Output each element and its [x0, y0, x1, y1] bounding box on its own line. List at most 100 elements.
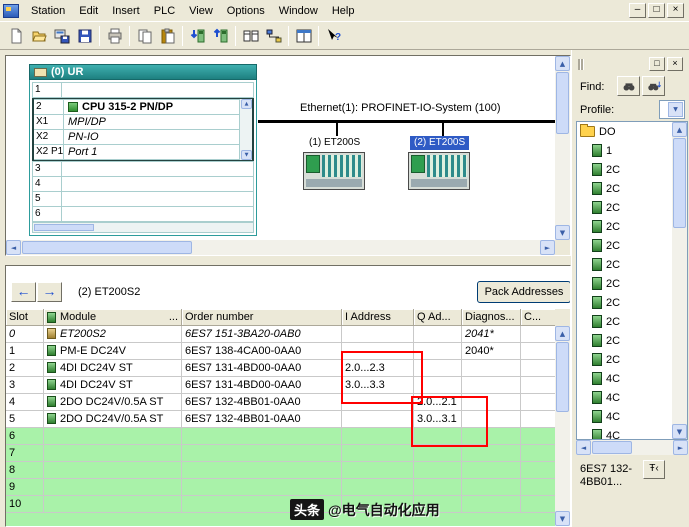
catalog-vertical-scrollbar[interactable]: ▲ ▼	[672, 122, 687, 439]
menu-options[interactable]: Options	[220, 2, 272, 20]
scroll-thumb[interactable]	[673, 138, 686, 228]
catalog-close-button[interactable]: ×	[667, 57, 683, 71]
col-q-address[interactable]: Q Ad...	[414, 309, 462, 326]
station-vertical-scrollbar[interactable]: ▲ ▼	[555, 56, 570, 240]
tree-item[interactable]: 2C	[577, 255, 672, 274]
pane-splitter[interactable]	[5, 256, 571, 265]
tree-item[interactable]: 4C	[577, 407, 672, 426]
rack-row-x2p1[interactable]: X2 P1 Port 1	[34, 144, 239, 160]
col-comment[interactable]: C...	[521, 309, 557, 326]
table-row-6[interactable]: 6	[6, 428, 557, 445]
scroll-up-icon[interactable]: ▲	[555, 326, 570, 341]
rack-row-4[interactable]: 4	[32, 176, 254, 192]
rack-title-bar[interactable]: (0) UR	[29, 64, 257, 80]
tree-item[interactable]: 2C	[577, 217, 672, 236]
scroll-thumb[interactable]	[34, 224, 94, 231]
tree-item[interactable]: 2C	[577, 179, 672, 198]
scroll-up-icon[interactable]: ▲	[672, 122, 687, 137]
scroll-down-icon[interactable]: ▼	[555, 511, 570, 526]
col-diagnostics[interactable]: Diagnos...	[462, 309, 521, 326]
catalog-restore-button[interactable]: □	[649, 57, 665, 71]
docking-grip[interactable]	[578, 59, 580, 70]
scroll-down-icon[interactable]: ▼	[672, 424, 687, 439]
help-button[interactable]: ?	[322, 25, 345, 47]
station-horizontal-scrollbar[interactable]: ◄ ►	[6, 240, 555, 255]
forward-button[interactable]: →	[37, 282, 62, 302]
scroll-left-icon[interactable]: ◄	[576, 440, 591, 455]
rack-row-cpu[interactable]: 2 CPU 315-2 PN/DP	[34, 99, 239, 115]
menu-insert[interactable]: Insert	[105, 2, 147, 20]
copy-button[interactable]	[133, 25, 156, 47]
scroll-up-icon[interactable]: ▲	[241, 99, 252, 109]
rack-row-x1[interactable]: X1 MPI/DP	[34, 114, 239, 130]
menu-station[interactable]: Station	[24, 2, 72, 20]
menu-help[interactable]: Help	[325, 2, 362, 20]
scroll-left-icon[interactable]: ◄	[6, 240, 21, 255]
tree-item[interactable]: 4C	[577, 388, 672, 407]
device-2-label[interactable]: (2) ET200S	[410, 136, 470, 150]
device-1-label[interactable]: (1) ET200S	[305, 136, 365, 150]
minimize-button[interactable]: –	[629, 3, 646, 18]
tree-item[interactable]: 2C	[577, 236, 672, 255]
tree-item[interactable]: 2C	[577, 350, 672, 369]
scroll-down-icon[interactable]: ▼	[555, 225, 570, 240]
rack-row-1[interactable]: 1	[32, 82, 254, 98]
scroll-thumb[interactable]	[592, 441, 632, 454]
scroll-up-icon[interactable]: ▲	[555, 56, 570, 71]
print-button[interactable]	[103, 25, 126, 47]
tree-item[interactable]: 4C	[577, 369, 672, 388]
table-row-2[interactable]: 2 4DI DC24V ST 6ES7 131-4BD00-0AA0 2.0..…	[6, 360, 557, 377]
download-to-module-button[interactable]	[186, 25, 209, 47]
paste-button[interactable]	[156, 25, 179, 47]
upload-from-module-button[interactable]	[209, 25, 232, 47]
scroll-right-icon[interactable]: ►	[673, 440, 688, 455]
device-2-icon[interactable]	[408, 152, 470, 190]
table-row-4[interactable]: 4 2DO DC24V/0.5A ST 6ES7 132-4BB01-0AA0 …	[6, 394, 557, 411]
close-button[interactable]: ×	[667, 3, 684, 18]
open-station-button[interactable]	[27, 25, 50, 47]
rack-scrollbar[interactable]: ▲ ▼	[239, 99, 252, 160]
rack-row-5[interactable]: 5	[32, 191, 254, 207]
col-i-address[interactable]: I Address	[342, 309, 414, 326]
rack-window[interactable]: (0) UR 1 2 CPU 315-2 PN/DP X1 MPI/DP X2 …	[29, 64, 257, 236]
rack-row-x2[interactable]: X2 PN-IO	[34, 129, 239, 145]
menu-edit[interactable]: Edit	[72, 2, 105, 20]
tree-item[interactable]: 2C	[577, 312, 672, 331]
tree-item[interactable]: 2C	[577, 331, 672, 350]
catalog-info-toggle-button[interactable]: Ŧ‹	[643, 460, 665, 479]
rack-row-6[interactable]: 6	[32, 206, 254, 222]
device-1-icon[interactable]	[303, 152, 365, 190]
col-module[interactable]: Module...	[44, 309, 182, 326]
scroll-thumb[interactable]	[22, 241, 192, 254]
table-row-1[interactable]: 1 PM-E DC24V 6ES7 138-4CA00-0AA0 2040*	[6, 343, 557, 360]
table-row-5[interactable]: 5 2DO DC24V/0.5A ST 6ES7 132-4BB01-0AA0 …	[6, 411, 557, 428]
find-next-button[interactable]	[642, 76, 665, 96]
tree-item[interactable]: 4C	[577, 426, 672, 439]
io-vertical-scrollbar[interactable]: ▲ ▼	[555, 326, 570, 526]
menu-view[interactable]: View	[182, 2, 220, 20]
chevron-down-icon[interactable]: ▼	[668, 102, 683, 117]
save-and-compile-button[interactable]	[50, 25, 73, 47]
profinet-bus-line[interactable]	[258, 120, 555, 123]
tree-item[interactable]: 1	[577, 141, 672, 160]
scroll-thumb[interactable]	[556, 342, 569, 412]
profinet-system-label[interactable]: Ethernet(1): PROFINET-IO-System (100)	[298, 102, 503, 114]
tree-item[interactable]: 2C	[577, 293, 672, 312]
tree-item[interactable]: 2C	[577, 198, 672, 217]
scroll-down-icon[interactable]: ▼	[241, 150, 252, 160]
table-row-7[interactable]: 7	[6, 445, 557, 462]
pack-addresses-button[interactable]: Pack Addresses	[477, 281, 570, 303]
rack-hscrollbar[interactable]	[32, 222, 254, 233]
back-button[interactable]: ←	[11, 282, 36, 302]
menu-window[interactable]: Window	[272, 2, 325, 20]
table-row-10[interactable]: 10	[6, 496, 557, 513]
col-order-number[interactable]: Order number	[182, 309, 342, 326]
profile-select[interactable]: ▼	[659, 100, 685, 119]
station-configuration-button[interactable]	[239, 25, 262, 47]
save-button[interactable]	[73, 25, 96, 47]
table-row-8[interactable]: 8	[6, 462, 557, 479]
col-slot[interactable]: Slot	[6, 309, 44, 326]
rack-row-3[interactable]: 3	[32, 161, 254, 177]
find-button[interactable]	[617, 76, 640, 96]
split-view-button[interactable]	[292, 25, 315, 47]
